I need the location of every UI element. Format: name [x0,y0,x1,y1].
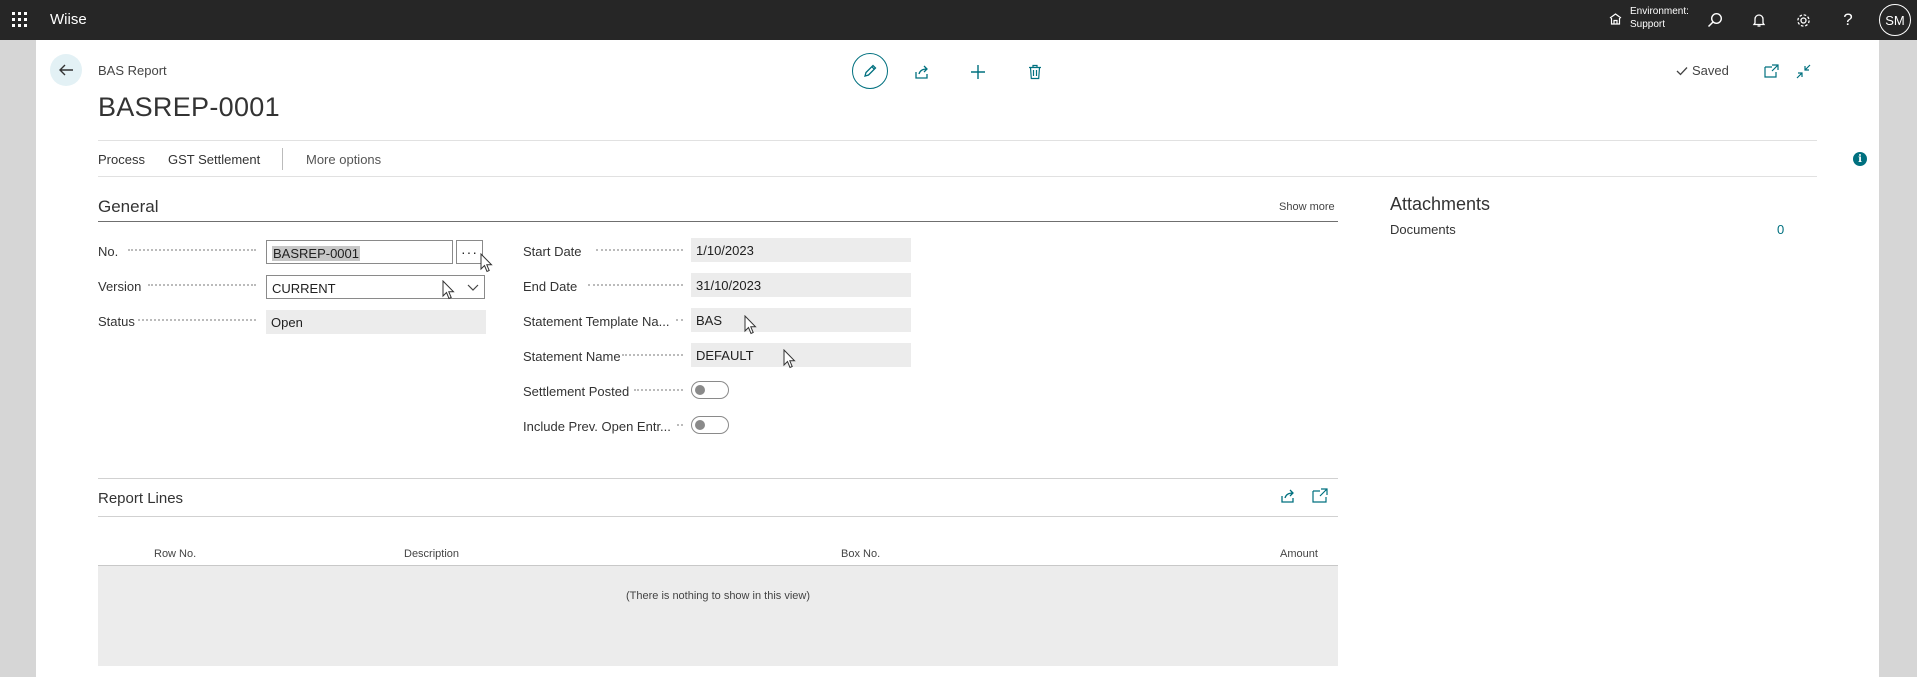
action-bar: Process GST Settlement More options i [98,140,1867,177]
open-in-new-window-icon [1763,64,1779,78]
expand-view-icon [1312,488,1328,503]
environment-icon [1608,12,1623,32]
field-label-version: Version [98,279,142,294]
arrow-left-icon [59,64,73,76]
environment-label: Environment: [1630,6,1689,17]
attachments-documents-label: Documents [1390,222,1456,237]
user-avatar[interactable]: SM [1879,4,1911,36]
help-icon[interactable]: ? [1836,8,1860,32]
page-card: BAS Report BASREP-0001 Saved Process GST… [36,40,1879,677]
app-bar: Wiise Environment: Support ? SM [0,0,1917,40]
field-label-no: No. [98,244,119,259]
pencil-icon [864,64,877,77]
status-field: Open [266,310,486,334]
app-name[interactable]: Wiise [50,11,87,28]
show-more-link[interactable]: Show more [1279,201,1335,213]
app-launcher-icon[interactable] [12,12,27,27]
statement-template-field: BAS [691,308,911,332]
action-divider [282,148,283,170]
settlement-posted-toggle[interactable] [691,381,729,399]
mouse-cursor-icon [480,253,493,273]
no-field-value: BASREP-0001 [272,246,360,261]
new-button[interactable] [966,60,990,84]
leader-dots [634,383,683,391]
column-header-description[interactable]: Description [404,548,459,560]
action-more-options[interactable]: More options [306,152,381,167]
include-prev-open-entries-toggle[interactable] [691,416,729,434]
attachments-title[interactable]: Attachments [1390,194,1490,215]
search-icon[interactable] [1703,8,1727,32]
share-icon [915,65,928,79]
field-label-statement-template: Statement Template Na... [523,314,670,329]
column-header-box-no[interactable]: Box No. [841,548,880,560]
field-label-end-date: End Date [523,279,578,294]
background-left [0,40,36,677]
page-title: BASREP-0001 [98,92,280,122]
attachments-documents-count[interactable]: 0 [1777,222,1784,237]
delete-button[interactable] [1023,60,1047,84]
report-lines-table-body: (There is nothing to show in this view) [98,566,1338,666]
collapse-button[interactable] [1792,60,1814,82]
field-label-include-prev-open-entries: Include Prev. Open Entr... [523,419,671,434]
mouse-cursor-icon [783,349,796,369]
chevron-down-icon [467,284,479,291]
back-button[interactable] [50,54,82,86]
field-label-statement-name: Statement Name [523,349,621,364]
statement-name-field: DEFAULT [691,343,911,367]
section-title-report-lines[interactable]: Report Lines [98,490,183,507]
column-header-row-no[interactable]: Row No. [154,548,196,560]
leader-dots [128,243,256,251]
lookup-button[interactable]: ··· [456,240,483,264]
plus-icon [971,65,985,79]
checkmark-icon [1676,66,1688,75]
settings-gear-icon[interactable] [1791,8,1815,32]
notifications-bell-icon[interactable] [1747,8,1771,32]
saved-label: Saved [1692,63,1729,78]
report-lines-expand-button[interactable] [1312,488,1328,509]
page-caption: BAS Report [98,63,167,78]
empty-state-message: (There is nothing to show in this view) [625,590,811,602]
share-icon [1281,489,1294,503]
leader-dots [622,348,683,356]
section-divider [98,221,1338,222]
leader-dots [676,313,683,321]
background-right [1879,40,1917,677]
leader-dots [677,418,683,426]
mouse-cursor-icon [744,315,757,335]
field-label-status: Status [98,314,135,329]
action-process[interactable]: Process [98,152,145,167]
column-header-amount[interactable]: Amount [1280,548,1318,560]
open-new-window-button[interactable] [1760,60,1782,82]
section-title-general[interactable]: General [98,197,158,217]
leader-dots [596,243,683,251]
share-button[interactable] [910,60,934,84]
trash-icon [1029,64,1041,80]
mouse-cursor-icon [442,280,455,300]
environment-value: Support [1630,19,1666,30]
leader-dots [138,313,256,321]
report-lines-share-button[interactable] [1280,488,1296,509]
section-divider [98,516,1338,517]
edit-button[interactable] [852,53,888,89]
saved-status: Saved [1676,63,1729,78]
field-label-start-date: Start Date [523,244,582,259]
start-date-field: 1/10/2023 [691,238,911,262]
field-label-settlement-posted: Settlement Posted [523,384,630,399]
version-select-value: CURRENT [272,281,336,296]
action-gst-settlement[interactable]: GST Settlement [168,152,260,167]
info-icon[interactable]: i [1853,152,1867,166]
leader-dots [588,278,683,286]
no-field[interactable]: BASREP-0001 [266,240,453,264]
leader-dots [148,278,256,286]
collapse-arrows-icon [1796,64,1810,78]
ellipsis-icon: ··· [461,244,478,260]
section-divider [98,478,1338,479]
end-date-field: 31/10/2023 [691,273,911,297]
